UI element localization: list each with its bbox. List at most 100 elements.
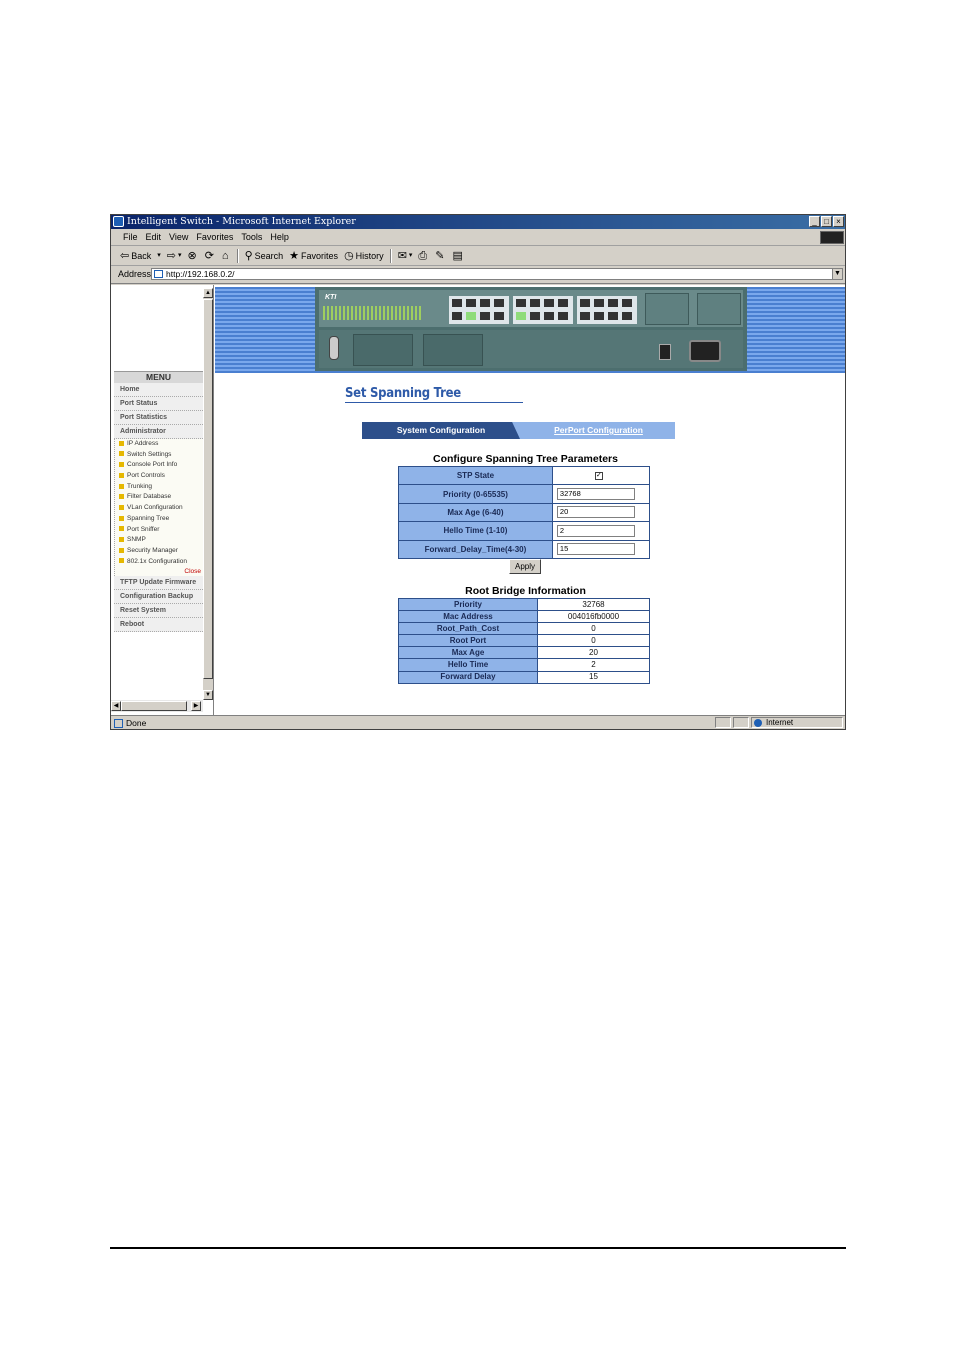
ie-icon (113, 216, 124, 227)
switch-banner: KTI (215, 287, 845, 373)
power-switch-icon (659, 344, 671, 360)
address-dropdown-icon[interactable]: ▼ (832, 268, 843, 280)
mail-button[interactable]: ✉ ▾ (395, 247, 416, 265)
max-age-input[interactable]: 20 (556, 506, 635, 519)
tab-system-configuration[interactable]: System Configuration (362, 422, 520, 439)
home-icon: ⌂ (221, 250, 229, 262)
submenu-console-port-info[interactable]: Console Port Info (115, 460, 203, 471)
sidebar-item-reboot[interactable]: Reboot (114, 618, 203, 633)
submenu-port-sniffer[interactable]: Port Sniffer (115, 525, 203, 536)
menu-file[interactable]: File (119, 230, 142, 245)
sidebar-menu: Home Port Status Port Statistics Adminis… (114, 383, 203, 633)
favorites-button[interactable]: ★ Favorites (286, 247, 341, 265)
menu-tools[interactable]: Tools (237, 230, 266, 245)
forward-dropdown-icon[interactable]: ▾ (178, 247, 182, 265)
bullet-icon (119, 536, 124, 542)
browser-window: Intelligent Switch - Microsoft Internet … (110, 214, 846, 730)
submenu-snmp[interactable]: SNMP (115, 535, 203, 546)
submenu-filter-database[interactable]: Filter Database (115, 492, 203, 503)
submenu-security-manager[interactable]: Security Manager (115, 546, 203, 557)
menu-edit[interactable]: Edit (142, 230, 166, 245)
submenu-switch-settings[interactable]: Switch Settings (115, 450, 203, 461)
history-button[interactable]: ◷ History (341, 247, 387, 265)
bullet-icon (119, 494, 124, 500)
hscroll-thumb[interactable] (121, 701, 187, 711)
mail-dropdown-icon[interactable]: ▾ (409, 247, 413, 265)
forward-delay-input[interactable]: 15 (556, 543, 635, 556)
scroll-up-icon[interactable]: ▲ (203, 288, 213, 298)
sidebar-item-configuration-backup[interactable]: Configuration Backup (114, 590, 203, 605)
forward-button[interactable]: ⇨ ▾ (164, 247, 185, 265)
table-row: Forward_Delay_Time(4-30) 15 (398, 539, 651, 559)
scroll-down-icon[interactable]: ▼ (203, 690, 213, 700)
close-button[interactable]: × (833, 216, 844, 227)
sidebar-item-administrator[interactable]: Administrator (114, 425, 203, 439)
sidebar-item-reset-system[interactable]: Reset System (114, 604, 203, 619)
minimize-button[interactable]: _ (809, 216, 820, 227)
submenu-trunking[interactable]: Trunking (115, 482, 203, 493)
port-icon (543, 298, 555, 308)
window-controls: _ □ × (809, 216, 844, 228)
bullet-icon (119, 462, 124, 468)
submenu-close-link[interactable]: Close (115, 567, 203, 576)
home-button[interactable]: ⌂ (219, 247, 234, 265)
apply-button[interactable]: Apply (509, 559, 541, 574)
menu-view[interactable]: View (165, 230, 192, 245)
sidebar-item-tftp-update-firmware[interactable]: TFTP Update Firmware (114, 576, 203, 591)
stp-state-label: STP State (398, 465, 553, 486)
stop-button[interactable]: ⊗ (184, 247, 201, 265)
page-footer-rule (110, 1247, 846, 1249)
port-icon (451, 298, 463, 308)
history-icon: ◷ (344, 250, 354, 262)
port-icon (465, 298, 477, 308)
sidebar-item-home[interactable]: Home (114, 383, 203, 397)
menu-vertical-scrollbar[interactable]: ▲ ▼ (203, 288, 213, 700)
title-bar: Intelligent Switch - Microsoft Internet … (111, 215, 845, 229)
scroll-left-icon[interactable]: ◀ (111, 701, 121, 711)
edit-button[interactable]: ✎ (432, 247, 449, 265)
submenu-vlan-configuration[interactable]: VLan Configuration (115, 503, 203, 514)
left-menu-frame: ▲ ▼ ◀ ▶ MENU Home Port Status Port Stati… (111, 285, 214, 715)
discuss-button[interactable]: ▤ (449, 247, 467, 265)
back-dropdown-icon[interactable]: ▾ (157, 247, 161, 265)
sidebar-item-port-status[interactable]: Port Status (114, 397, 203, 411)
stp-state-checkbox[interactable]: ✓ (594, 471, 603, 480)
port-icon (557, 298, 569, 308)
hello-time-label: Hello Time (1-10) (398, 521, 553, 541)
menu-favorites[interactable]: Favorites (192, 230, 237, 245)
tab-perport-configuration[interactable]: PerPort Configuration (522, 422, 675, 439)
bullet-icon (119, 483, 124, 489)
search-button[interactable]: ⚲ Search (242, 247, 287, 265)
refresh-button[interactable]: ⟳ (202, 247, 219, 265)
config-table: STP State ✓ Priority (0-65535) 32768 Max… (398, 465, 651, 559)
back-button[interactable]: ⇦ Back ▾ (117, 247, 164, 265)
priority-input[interactable]: 32768 (556, 488, 635, 501)
address-label: Address (118, 269, 152, 279)
menu-horizontal-scrollbar[interactable]: ◀ ▶ (111, 700, 203, 712)
scroll-right-icon[interactable]: ▶ (191, 701, 201, 711)
sidebar-item-port-statistics[interactable]: Port Statistics (114, 411, 203, 425)
edit-icon: ✎ (435, 250, 445, 262)
panel-top-row: KTI (319, 290, 743, 327)
table-row: STP State ✓ (398, 465, 651, 486)
port-icon (493, 298, 505, 308)
port-icon (479, 298, 491, 308)
table-row: Max Age 20 (398, 646, 650, 660)
module-slot-2 (423, 334, 483, 366)
toolbar-separator (236, 249, 239, 263)
scroll-thumb[interactable] (203, 299, 213, 679)
submenu-port-controls[interactable]: Port Controls (115, 471, 203, 482)
menu-help[interactable]: Help (266, 230, 293, 245)
port-icon (621, 298, 633, 308)
print-button[interactable]: ⎙ (415, 247, 432, 265)
restore-button[interactable]: □ (821, 216, 832, 227)
forward-delay-cell: 15 (551, 539, 651, 559)
submenu-8021x-configuration[interactable]: 802.1x Configuration (115, 557, 203, 568)
switch-front-panel-image: KTI (315, 287, 747, 371)
submenu-ip-address[interactable]: IP Address (115, 439, 203, 450)
hello-time-input[interactable]: 2 (556, 524, 635, 537)
favorites-icon: ★ (289, 250, 300, 262)
submenu-spanning-tree[interactable]: Spanning Tree (115, 514, 203, 525)
address-input[interactable]: http://192.168.0.2/ (151, 268, 833, 280)
print-icon: ⎙ (418, 250, 428, 262)
